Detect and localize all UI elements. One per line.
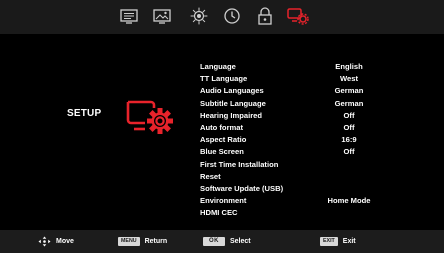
menu-item-blue-screen[interactable]: Blue Screen Off xyxy=(200,146,380,158)
menu-item-value: German xyxy=(334,86,364,96)
menu-item-value: Home Mode xyxy=(327,196,371,206)
tab-lock[interactable] xyxy=(253,5,277,27)
menu-item-label: HDMI CEC xyxy=(200,208,238,218)
menu-item-auto-format[interactable]: Auto format Off xyxy=(200,122,380,134)
menu-key: MENU xyxy=(118,237,140,246)
lock-icon xyxy=(258,7,272,25)
menu-item-hearing-impaired[interactable]: Hearing Impaired Off xyxy=(200,110,380,122)
exit-key: EXIT xyxy=(320,237,338,246)
tab-image[interactable] xyxy=(150,5,174,27)
hint-move: Move xyxy=(38,236,74,247)
hint-return-label: Return xyxy=(144,238,168,245)
ok-key: OK xyxy=(203,237,225,246)
menu-item-hdmi-cec[interactable]: HDMI CEC xyxy=(200,207,380,219)
menu-item-label: Aspect Ratio xyxy=(200,135,247,145)
menu-item-environment[interactable]: Environment Home Mode xyxy=(200,195,380,207)
menu-item-aspect-ratio[interactable]: Aspect Ratio 16:9 xyxy=(200,134,380,146)
menu-item-label: TT Language xyxy=(200,74,248,84)
menu-item-value: German xyxy=(334,98,364,108)
hint-exit: EXIT Exit xyxy=(320,236,356,247)
menu-item-value: English xyxy=(335,62,363,71)
menu-item-first-time-installation[interactable]: First Time Installation xyxy=(200,159,380,171)
menu-item-label: First Time Installation xyxy=(200,159,279,169)
hint-move-label: Move xyxy=(56,238,74,245)
setup-icon xyxy=(287,7,309,25)
menu-item-label: Software Update (USB) xyxy=(200,183,284,193)
menu-item-label: Blue Screen xyxy=(200,147,244,157)
setup-menu-list: Language English TT Language West Audio … xyxy=(200,61,380,219)
menu-item-reset[interactable]: Reset xyxy=(200,171,380,183)
sound-icon xyxy=(190,7,208,25)
menu-item-label: Reset xyxy=(200,171,221,181)
hint-return: MENU Return xyxy=(118,236,167,247)
menu-item-language[interactable]: Language English xyxy=(200,61,380,73)
menu-item-label: Environment xyxy=(200,196,247,206)
picture-icon xyxy=(120,8,138,24)
tab-time[interactable] xyxy=(220,5,244,27)
menu-item-label: Language xyxy=(200,62,236,71)
menu-item-value: Off xyxy=(343,147,355,157)
bottom-hint-bar: Move MENU Return OK Select EXIT Exit xyxy=(0,230,444,253)
hint-select-label: Select xyxy=(230,238,251,245)
top-tab-bar xyxy=(0,0,444,34)
menu-item-value: 16:9 xyxy=(341,135,357,145)
tab-picture[interactable] xyxy=(117,5,141,27)
menu-item-value: Off xyxy=(343,110,355,120)
section-title: SETUP xyxy=(67,108,102,119)
menu-item-label: Subtitle Language xyxy=(200,98,266,108)
tab-sound[interactable] xyxy=(187,5,211,27)
menu-item-label: Auto format xyxy=(200,122,244,132)
dpad-icon xyxy=(38,236,51,247)
tab-setup[interactable] xyxy=(286,5,310,27)
setup-gear-icon xyxy=(126,100,173,134)
menu-item-value: West xyxy=(339,74,358,84)
image-icon xyxy=(153,8,171,24)
hint-exit-label: Exit xyxy=(342,238,356,245)
menu-item-subtitle-language[interactable]: Subtitle Language German xyxy=(200,98,380,110)
menu-item-label: Audio Languages xyxy=(200,86,264,96)
menu-item-label: Hearing Impaired xyxy=(200,110,263,120)
menu-item-audio-languages[interactable]: Audio Languages German xyxy=(200,85,380,97)
hint-select: OK Select xyxy=(203,236,251,247)
clock-icon xyxy=(224,8,240,24)
menu-item-value: Off xyxy=(343,122,355,132)
menu-item-software-update[interactable]: Software Update (USB) xyxy=(200,183,380,195)
menu-item-tt-language[interactable]: TT Language West xyxy=(200,73,380,85)
